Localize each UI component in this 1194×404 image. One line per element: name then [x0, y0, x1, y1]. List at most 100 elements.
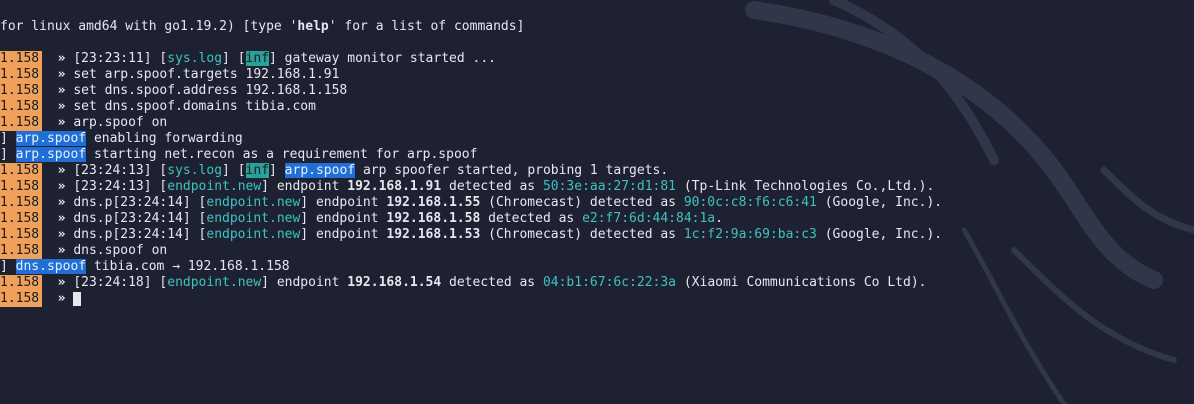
prompt-ip: 1.158	[0, 163, 42, 179]
endpoint-pre: endpoint	[315, 195, 379, 210]
endpoint-ip: 192.168.1.58	[386, 211, 481, 226]
module-tag: arp.spoof	[284, 163, 356, 178]
endpoint-vendor: .	[715, 211, 723, 226]
module-tag: dns.spoof	[15, 259, 87, 274]
endpoint-tag: endpoint.new	[206, 211, 301, 226]
log-line: 1.158 » [23:24:13] [sys.log] [inf] arp.s…	[0, 163, 669, 179]
endpoint-tag: endpoint.new	[206, 195, 301, 210]
module-tag: arp.spoof	[15, 147, 87, 162]
prompt-arrow: »	[57, 291, 66, 306]
prompt-arrow: »	[57, 115, 66, 130]
block-cursor-icon[interactable]	[73, 291, 82, 306]
prompt-arrow: »	[57, 51, 66, 66]
prompt-ip: 1.158	[0, 243, 42, 259]
endpoint-tag: endpoint.new	[206, 227, 301, 242]
help-keyword: help	[297, 19, 329, 34]
endpoint-tag: endpoint.new	[167, 275, 262, 290]
prompt-ip: 1.158	[0, 99, 42, 115]
header-line: for linux amd64 with go1.19.2) [type 'he…	[0, 19, 1194, 35]
command-line: 1.158 » set dns.spoof.address 192.168.1.…	[0, 83, 1194, 99]
prompt-arrow: »	[57, 243, 66, 258]
prompt-arrow: »	[57, 179, 66, 194]
active-prompt-line[interactable]: 1.158 »	[0, 291, 1194, 307]
command-text: arp.spoof on	[73, 115, 168, 130]
prompt-ip: 1.158	[0, 67, 42, 83]
endpoint-mid: (Chromecast) detected as	[488, 195, 676, 210]
endpoint-mid: (Chromecast) detected as	[488, 227, 676, 242]
endpoint-ip: 192.168.1.54	[347, 275, 442, 290]
prompt-arrow: »	[57, 67, 66, 82]
inf-tag: inf	[245, 163, 270, 178]
prompt-ip: 1.158	[0, 227, 42, 243]
module-line: ] arp.spoof enabling forwarding	[0, 131, 1194, 147]
endpoint-ip: 192.168.1.53	[386, 227, 481, 242]
endpoint-line: 1.158 » dns.p[23:24:14] [endpoint.new] e…	[0, 227, 943, 243]
prompt-ip: 1.158	[0, 211, 42, 227]
module-message: tibia.com → 192.168.1.158	[93, 259, 290, 274]
prompt-ip: 1.158	[0, 275, 42, 291]
module-message: enabling forwarding	[93, 131, 243, 146]
log-line: 1.158 » [23:23:11] [sys.log] [inf] gatew…	[0, 51, 496, 67]
prompt-ip: 1.158	[0, 115, 42, 131]
log-time: [23:23:11]	[73, 51, 152, 66]
endpoint-vendor: (Xiaomi Communications Co Ltd).	[683, 275, 927, 290]
endpoint-line: 1.158 » dns.p[23:24:14] [endpoint.new] e…	[0, 211, 723, 227]
prompt-ip: 1.158	[0, 83, 42, 99]
syslog-tag: sys.log	[167, 51, 223, 66]
endpoint-mac: e2:f7:6d:44:84:1a	[582, 211, 716, 226]
command-line: 1.158 » set dns.spoof.domains tibia.com	[0, 99, 1194, 115]
endpoint-mac: 04:b1:67:6c:22:3a	[542, 275, 677, 290]
header-text-before: for linux amd64 with go1.19.2) [type '	[0, 19, 298, 34]
command-line: 1.158 » dns.spoof on	[0, 243, 1194, 259]
line-lead: ]	[0, 131, 8, 146]
endpoint-pre: endpoint	[315, 211, 379, 226]
endpoint-pre: endpoint	[276, 275, 340, 290]
endpoint-tag: endpoint.new	[167, 179, 262, 194]
endpoint-pre: endpoint	[315, 227, 379, 242]
prompt-arrow: »	[57, 211, 66, 226]
prompt-ip: 1.158	[0, 179, 42, 195]
endpoint-pre: endpoint	[276, 179, 340, 194]
endpoint-mid: detected as	[449, 179, 536, 194]
prompt-ip: 1.158	[0, 195, 42, 211]
module-line: ] arp.spoof starting net.recon as a requ…	[0, 147, 1194, 163]
endpoint-ip: 192.168.1.55	[386, 195, 481, 210]
command-line: 1.158 » arp.spoof on	[0, 115, 1194, 131]
endpoint-vendor: (Google, Inc.).	[824, 227, 943, 242]
module-message: starting net.recon as a requirement for …	[93, 147, 478, 162]
module-tag: arp.spoof	[15, 131, 87, 146]
syslog-tag: sys.log	[167, 163, 223, 178]
endpoint-mid: detected as	[488, 211, 575, 226]
prompt-arrow: »	[57, 99, 66, 114]
inf-tag: inf	[245, 51, 270, 66]
endpoint-vendor: (Tp-Link Technologies Co.,Ltd.).	[683, 179, 935, 194]
endpoint-ip: 192.168.1.91	[347, 179, 442, 194]
header-text-after: ' for a list of commands]	[328, 19, 525, 34]
prompt-arrow: »	[57, 195, 66, 210]
log-time: [23:24:13]	[73, 163, 152, 178]
terminal-output: for linux amd64 with go1.19.2) [type 'he…	[0, 19, 1194, 307]
line-lead: ]	[0, 259, 8, 274]
endpoint-mid: detected as	[449, 275, 536, 290]
endpoint-mac: 1c:f2:9a:69:ba:c3	[683, 227, 817, 242]
log-message: gateway monitor started ...	[284, 51, 496, 66]
endpoint-line: 1.158 » [23:24:18] [endpoint.new] endpoi…	[0, 275, 927, 291]
line-lead: ]	[0, 147, 8, 162]
endpoint-line: 1.158 » dns.p[23:24:14] [endpoint.new] e…	[0, 195, 943, 211]
log-time: dns.p[23:24:14]	[73, 211, 191, 226]
command-text: set dns.spoof.domains tibia.com	[73, 99, 316, 114]
command-text: set arp.spoof.targets 192.168.1.91	[73, 67, 340, 82]
prompt-arrow: »	[57, 163, 66, 178]
log-time: [23:24:18]	[73, 275, 152, 290]
prompt-ip: 1.158	[0, 291, 42, 307]
prompt-arrow: »	[57, 275, 66, 290]
endpoint-line: 1.158 » [23:24:13] [endpoint.new] endpoi…	[0, 179, 935, 195]
command-text: dns.spoof on	[73, 243, 168, 258]
log-time: dns.p[23:24:14]	[73, 227, 191, 242]
prompt-arrow: »	[57, 227, 66, 242]
endpoint-mac: 50:3e:aa:27:d1:81	[542, 179, 677, 194]
endpoint-vendor: (Google, Inc.).	[824, 195, 943, 210]
prompt-ip: 1.158	[0, 51, 42, 67]
command-text: set dns.spoof.address 192.168.1.158	[73, 83, 348, 98]
